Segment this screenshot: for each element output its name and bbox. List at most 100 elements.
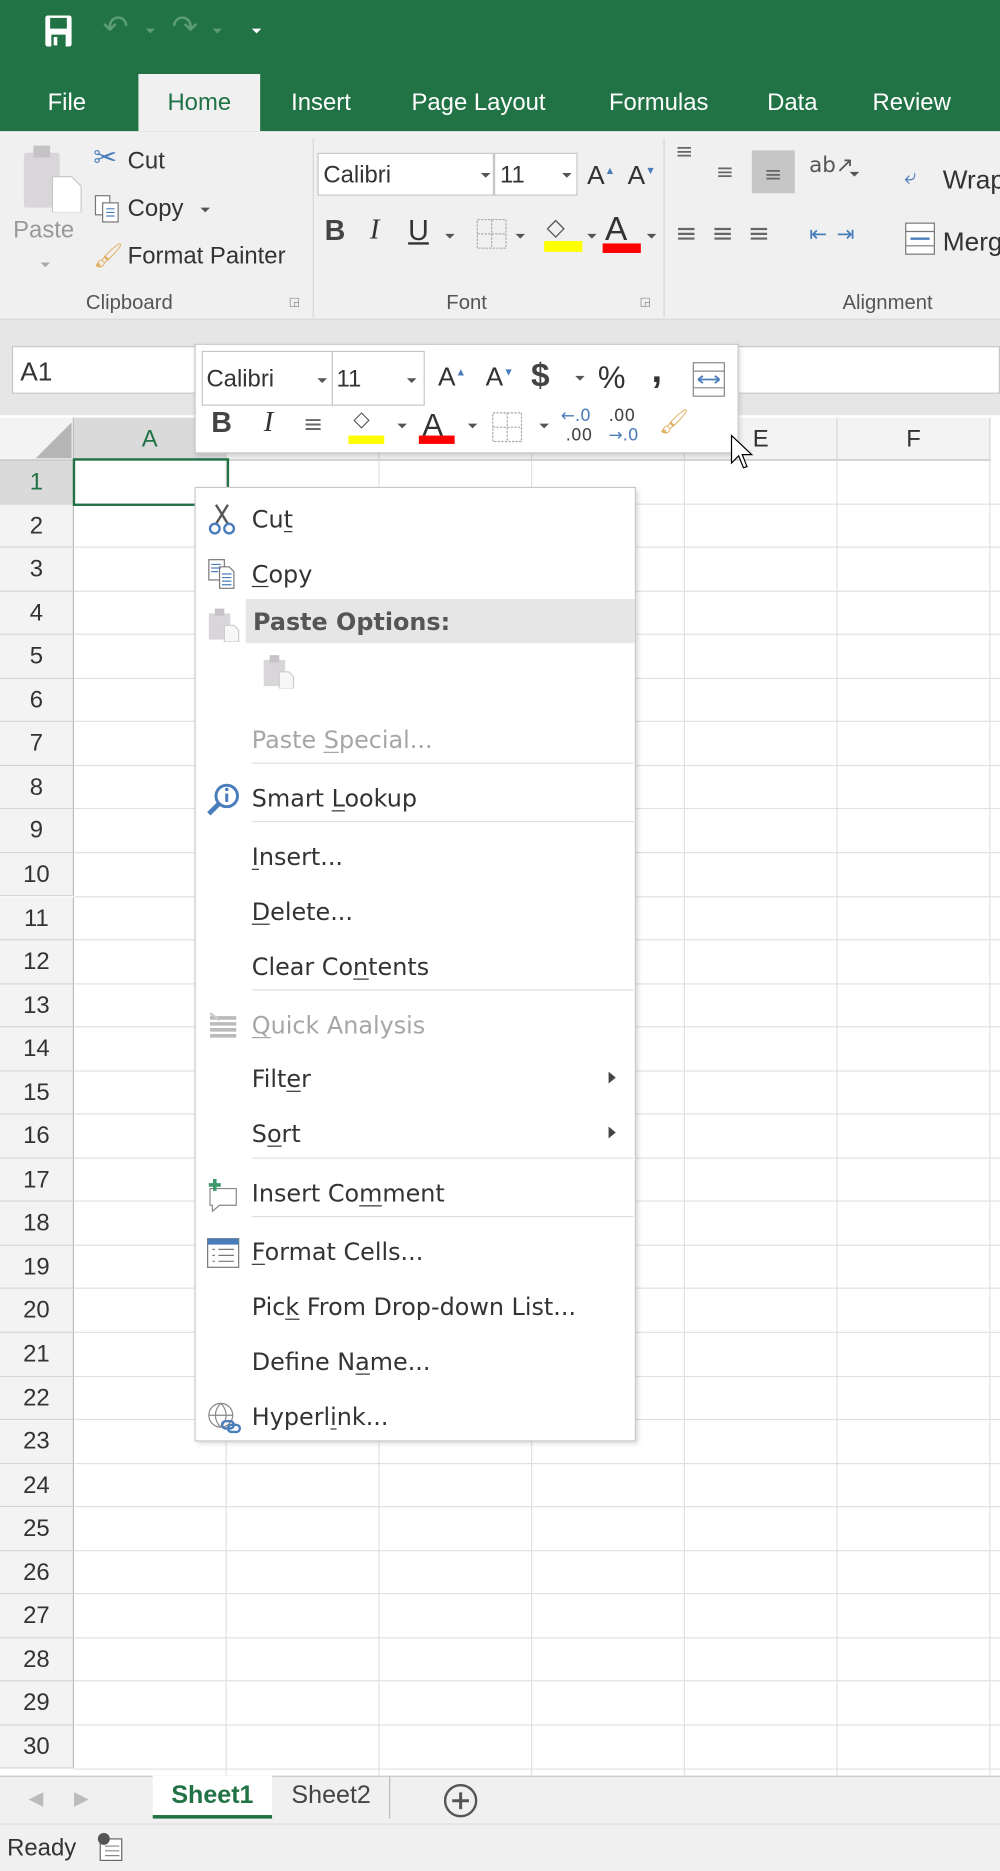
row-header-4[interactable]: 4 (0, 591, 74, 636)
tab-page-layout[interactable]: Page Layout (387, 74, 571, 131)
tab-data[interactable]: Data (747, 74, 838, 131)
paste-option-button[interactable] (260, 653, 308, 701)
merge-button[interactable]: Merg (943, 227, 1000, 258)
scroll-left-icon[interactable]: ◀ (29, 1786, 44, 1809)
sheet-tab-sheet2[interactable]: Sheet2 (273, 1775, 391, 1819)
menu-item-quick-analysis[interactable]: Quick Analysis (196, 1001, 635, 1049)
mini-currency-button[interactable]: $ (531, 357, 550, 395)
row-header-15[interactable]: 15 (0, 1071, 74, 1115)
tab-formulas[interactable]: Formulas (587, 74, 730, 131)
row-header-16[interactable]: 16 (0, 1114, 74, 1159)
menu-item-hyperlink[interactable]: Hyperlink... (196, 1393, 635, 1441)
row-header-5[interactable]: 5 (0, 635, 74, 679)
row-header-24[interactable]: 24 (0, 1463, 74, 1508)
wrap-text-button[interactable]: Wrap (943, 165, 1000, 196)
format-painter-button[interactable]: Format Painter (128, 243, 286, 270)
row-header-1[interactable]: 1 (0, 460, 74, 505)
tab-insert[interactable]: Insert (270, 74, 373, 131)
bold-button[interactable]: B (325, 215, 346, 248)
row-header-30[interactable]: 30 (0, 1725, 74, 1770)
orientation-icon[interactable]: ab↗ (809, 153, 854, 178)
row-header-12[interactable]: 12 (0, 940, 74, 985)
customize-dropdown-icon[interactable] (251, 28, 262, 34)
row-header-20[interactable]: 20 (0, 1289, 74, 1333)
menu-item-cut[interactable]: Cut (196, 495, 635, 543)
mini-decrease-font-icon[interactable]: A▼ (486, 362, 514, 393)
save-icon[interactable] (43, 14, 74, 47)
tab-home[interactable]: Home (138, 73, 261, 132)
select-all-button[interactable] (0, 417, 74, 461)
font-size-select[interactable]: 11 (494, 152, 578, 196)
mini-comma-button[interactable]: , (652, 347, 663, 391)
row-header-22[interactable]: 22 (0, 1376, 74, 1421)
row-header-28[interactable]: 28 (0, 1638, 74, 1682)
mini-font-name-select[interactable]: Calibri (201, 350, 333, 406)
macro-recording-icon[interactable] (95, 1832, 126, 1863)
menu-item-pick-from-drop-down-list[interactable]: Pick From Drop-down List... (196, 1283, 635, 1331)
undo-icon[interactable]: ↶ (103, 10, 129, 46)
row-header-23[interactable]: 23 (0, 1420, 74, 1464)
row-header-11[interactable]: 11 (0, 896, 74, 941)
row-header-27[interactable]: 27 (0, 1594, 74, 1639)
menu-item-copy[interactable]: Copy (196, 550, 635, 598)
tab-review[interactable]: Review (850, 74, 974, 131)
mini-italic-button[interactable]: I (264, 407, 274, 439)
menu-item-insert[interactable]: Insert... (196, 833, 635, 881)
menu-item-insert-comment[interactable]: Insert Comment (196, 1169, 635, 1217)
menu-item-sort[interactable]: Sort (196, 1110, 635, 1158)
row-header-6[interactable]: 6 (0, 678, 74, 723)
indent-icons[interactable]: ⇤⇥ (809, 222, 864, 247)
row-header-25[interactable]: 25 (0, 1507, 74, 1551)
paste-icon[interactable] (17, 141, 84, 213)
copy-button[interactable]: Copy (128, 196, 184, 223)
menu-item-delete[interactable]: Delete... (196, 888, 635, 936)
row-header-10[interactable]: 10 (0, 853, 74, 897)
row-header-14[interactable]: 14 (0, 1027, 74, 1072)
redo-icon[interactable]: ↷ (172, 10, 198, 46)
middle-align-icon[interactable]: ≡ (716, 160, 734, 185)
mini-decrease-decimal-button[interactable]: .00 →.0 (609, 407, 639, 445)
fill-color-icon[interactable]: ◇ (547, 212, 565, 241)
horizontal-align-icons[interactable]: ≡≡≡ (675, 220, 784, 250)
row-header-2[interactable]: 2 (0, 504, 74, 548)
mini-font-size-select[interactable]: 11 (331, 350, 425, 406)
increase-font-size-icon[interactable]: A▲ (587, 160, 615, 191)
decrease-font-size-icon[interactable]: A▼ (628, 160, 656, 191)
tab-file[interactable]: File (17, 74, 117, 131)
mini-fill-color-icon[interactable]: ◇ (353, 407, 370, 432)
dialog-launcher-icon[interactable]: ◲ (289, 296, 300, 309)
row-header-29[interactable]: 29 (0, 1681, 74, 1726)
mini-borders-icon[interactable] (492, 412, 523, 443)
font-name-select[interactable]: Calibri (317, 152, 495, 196)
dialog-launcher-icon[interactable]: ◲ (640, 296, 651, 309)
row-header-26[interactable]: 26 (0, 1551, 74, 1595)
mini-center-icon[interactable]: ≡ (303, 409, 323, 438)
formula-input[interactable] (715, 346, 1000, 394)
row-header-19[interactable]: 19 (0, 1245, 74, 1290)
row-header-17[interactable]: 17 (0, 1158, 74, 1203)
mini-bold-button[interactable]: B (211, 407, 232, 440)
cut-button[interactable]: Cut (128, 148, 165, 175)
row-header-21[interactable]: 21 (0, 1332, 74, 1377)
mini-percent-button[interactable]: % (598, 359, 626, 396)
menu-item-paste-special[interactable]: Paste Special... (196, 716, 635, 764)
row-header-9[interactable]: 9 (0, 809, 74, 854)
row-header-7[interactable]: 7 (0, 722, 74, 766)
scroll-right-icon[interactable]: ▶ (74, 1786, 89, 1809)
new-sheet-icon[interactable] (442, 1782, 480, 1820)
italic-button[interactable]: I (370, 215, 380, 247)
bottom-align-icon[interactable]: ≡ (751, 150, 795, 194)
top-align-icon[interactable]: ≡ (675, 141, 693, 162)
menu-item-format-cells[interactable]: Format Cells... (196, 1228, 635, 1276)
row-header-3[interactable]: 3 (0, 547, 74, 592)
column-header-F[interactable]: F (837, 417, 991, 461)
mini-increase-decimal-button[interactable]: ←.0.00 (561, 407, 592, 445)
name-box[interactable]: A1 (11, 346, 199, 394)
underline-button[interactable]: U (408, 215, 429, 248)
borders-icon[interactable] (475, 217, 508, 250)
mini-wrap-icon[interactable] (692, 362, 725, 398)
paste-button[interactable]: Paste (13, 217, 74, 244)
menu-item-smart-lookup[interactable]: Smart Lookup (196, 774, 635, 822)
mini-increase-font-icon[interactable]: A▲ (438, 362, 466, 393)
sheet-tab-sheet1[interactable]: Sheet1 (152, 1775, 273, 1819)
